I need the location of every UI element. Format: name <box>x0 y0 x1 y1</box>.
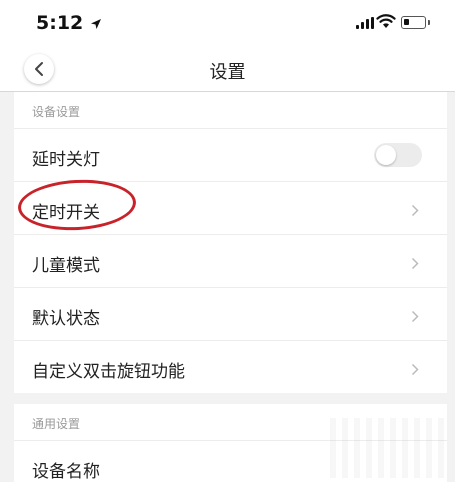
settings-screen: 5:12 设置 设备设置 延时关灯 定时开关 儿童模式 默认状态 自定义双击旋钮… <box>0 0 455 482</box>
chevron-right-icon <box>411 361 419 380</box>
row-label: 延时关灯 <box>32 150 100 170</box>
status-time: 5:12 <box>36 12 84 34</box>
section-header-label: 通用设置 <box>32 417 81 431</box>
row-default-state[interactable]: 默认状态 <box>14 287 447 340</box>
battery-icon <box>401 16 426 29</box>
row-child-mode[interactable]: 儿童模式 <box>14 234 447 287</box>
status-bar: 5:12 <box>0 0 455 46</box>
chevron-right-icon <box>411 255 419 274</box>
navigation-bar: 设置 <box>0 46 455 92</box>
chevron-right-icon <box>411 308 419 327</box>
watermark <box>330 418 450 478</box>
delay-light-off-toggle[interactable] <box>374 143 422 167</box>
row-label: 自定义双击旋钮功能 <box>32 362 185 382</box>
wifi-icon <box>376 13 396 33</box>
row-label: 儿童模式 <box>32 256 100 276</box>
row-label: 默认状态 <box>32 309 100 329</box>
section-header-label: 设备设置 <box>32 105 81 119</box>
page-title: 设置 <box>209 62 246 83</box>
row-label: 定时开关 <box>32 203 100 223</box>
toggle-knob <box>376 145 396 165</box>
row-custom-double-click-knob[interactable]: 自定义双击旋钮功能 <box>14 340 447 393</box>
section-header-device: 设备设置 <box>14 92 447 128</box>
row-label: 设备名称 <box>32 462 100 482</box>
chevron-right-icon <box>411 202 419 221</box>
battery-cap <box>428 20 430 25</box>
row-delay-light-off[interactable]: 延时关灯 <box>14 128 447 181</box>
row-timer-switch[interactable]: 定时开关 <box>14 181 447 234</box>
location-arrow-icon <box>90 15 102 34</box>
cellular-signal-icon <box>356 17 374 29</box>
